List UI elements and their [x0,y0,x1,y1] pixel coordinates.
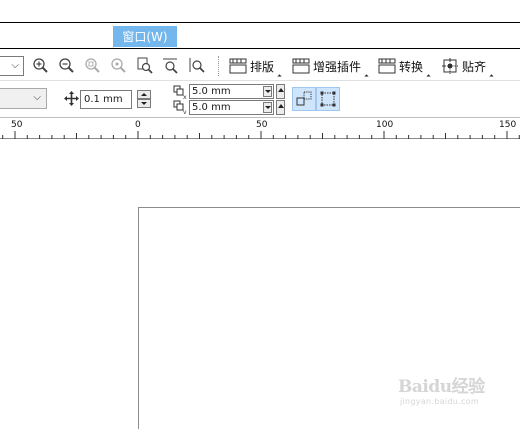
zoom-in-icon[interactable] [31,56,51,76]
filled-object-icon [296,91,312,106]
svg-text:y: y [183,109,187,114]
dropdown-corner-icon [277,74,282,79]
watermark-url: jingyan.baidu.com [400,397,479,406]
bounding-box-icon [320,91,336,107]
duplicate-x-icon: x [173,85,187,99]
layout-button[interactable]: 排版 [229,56,282,79]
chevron-down-icon[interactable] [263,102,272,113]
units-combo[interactable]: ⌵ [0,88,47,109]
zoom-out-icon[interactable] [57,56,77,76]
plugin-label: 增强插件 [313,59,362,74]
ruler-label: 0 [135,120,141,130]
menu-bar: 窗口(W) [0,23,520,49]
convert-icon [378,58,396,74]
chevron-down-icon: ⌵ [33,92,41,103]
zoom-selected-icon[interactable] [83,56,103,76]
nudge-distance-value: 0.1 mm [84,94,123,105]
ruler-label: 50 [256,120,268,130]
convert-label: 转换 [399,59,424,74]
coreldraw-window: 窗口(W) ⌵ 排版 增强插件 转换 贴齐 ⌵ 0.1 mm x 5.0 mm … [0,0,520,429]
watermark: Baidu经验 jingyan.baidu.com [398,372,498,414]
zoom-level-combo[interactable]: ⌵ [0,56,24,76]
toolbar-separator [218,56,219,76]
chevron-down-icon: ⌵ [11,60,19,71]
zoom-all-icon[interactable] [109,56,129,76]
duplicate-y-input[interactable]: 5.0 mm [189,100,274,115]
duplicate-x-spinner[interactable] [276,84,285,99]
zoom-height-icon[interactable] [187,56,207,76]
horizontal-ruler[interactable]: 50 0 50 100 150 [0,118,520,139]
nudge-spinner[interactable] [137,90,151,109]
dropdown-corner-icon [426,74,431,79]
plugin-icon [292,58,310,74]
title-strip [0,0,520,23]
menu-item-window[interactable]: 窗口(W) [113,26,177,47]
duplicate-y-spinner[interactable] [276,100,285,115]
ruler-label: 50 [11,120,23,130]
ruler-label: 100 [376,120,394,130]
watermark-brand: Baidu经验 [398,377,485,397]
snap-label: 贴齐 [462,59,487,74]
duplicate-x-value: 5.0 mm [192,86,231,97]
duplicate-y-icon: y [173,100,187,114]
snap-button[interactable]: 贴齐 [441,56,494,79]
layout-label: 排版 [250,59,275,74]
zoom-width-icon[interactable] [161,56,181,76]
dropdown-corner-icon [489,74,494,79]
svg-text:x: x [183,94,187,99]
nudge-icon [64,91,79,106]
duplicate-x-input[interactable]: 5.0 mm [189,84,274,99]
standard-toolbar: ⌵ 排版 增强插件 转换 贴齐 [0,50,520,81]
layout-icon [229,58,247,74]
treat-as-filled-button[interactable] [292,87,316,111]
snap-icon [442,58,458,74]
convert-button[interactable]: 转换 [378,56,431,79]
plugin-button[interactable]: 增强插件 [292,56,369,79]
chevron-down-icon[interactable] [263,86,272,97]
ruler-label: 150 [499,120,517,130]
duplicate-y-value: 5.0 mm [192,102,231,113]
zoom-page-icon[interactable] [135,56,155,76]
edit-bounding-button[interactable] [316,87,340,111]
nudge-distance-input[interactable]: 0.1 mm [80,90,151,109]
dropdown-corner-icon [364,74,369,79]
property-bar: ⌵ 0.1 mm x 5.0 mm y 5.0 mm [0,82,520,118]
